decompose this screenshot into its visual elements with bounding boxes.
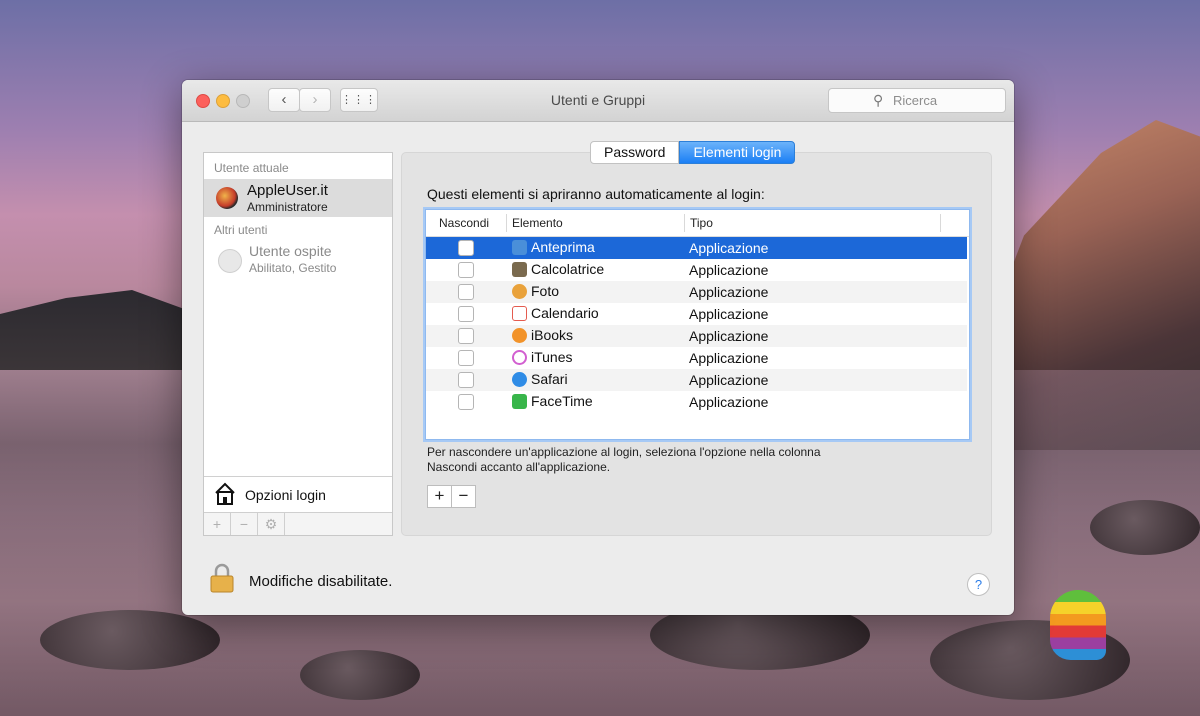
search-placeholder: Ricerca: [893, 93, 938, 108]
item-type: Applicazione: [689, 306, 769, 322]
hide-checkbox[interactable]: [458, 306, 474, 322]
column-divider: [506, 214, 507, 232]
calendar-icon: [512, 306, 527, 321]
facetime-icon: [512, 394, 527, 409]
remove-login-item-button[interactable]: −: [452, 485, 476, 508]
hide-checkbox[interactable]: [458, 284, 474, 300]
hide-checkbox[interactable]: [458, 350, 474, 366]
tab-password[interactable]: Password: [590, 141, 680, 164]
login-items-intro: Questi elementi si apriranno automaticam…: [427, 186, 765, 202]
calculator-icon: [512, 262, 527, 277]
hide-checkbox[interactable]: [458, 240, 474, 256]
house-icon: [215, 482, 235, 505]
item-name: FaceTime: [531, 393, 593, 409]
current-user-header: Utente attuale: [214, 161, 289, 175]
system-preferences-window: ‹ › ⋮⋮⋮ Utenti e Gruppi ⚲ Ricerca Utente…: [182, 80, 1014, 615]
table-row[interactable]: FaceTime Applicazione: [426, 391, 967, 413]
sidebar-button-bar: + − ⚙: [204, 512, 392, 535]
table-row[interactable]: Calendario Applicazione: [426, 303, 967, 325]
login-options-label: Opzioni login: [245, 487, 326, 503]
other-users-header: Altri utenti: [214, 223, 268, 237]
tab-bar: Password Elementi login: [590, 141, 796, 164]
item-type: Applicazione: [689, 394, 769, 410]
item-name: Anteprima: [531, 239, 595, 255]
item-type: Applicazione: [689, 372, 769, 388]
item-type: Applicazione: [689, 328, 769, 344]
login-items-hint: Per nascondere un'applicazione al login,…: [427, 445, 821, 474]
hide-checkbox[interactable]: [458, 372, 474, 388]
avatar: [216, 187, 238, 209]
title-bar: ‹ › ⋮⋮⋮ Utenti e Gruppi ⚲ Ricerca: [182, 80, 1014, 122]
hide-checkbox[interactable]: [458, 262, 474, 278]
wallpaper-rock: [300, 650, 420, 700]
itunes-icon: [512, 350, 527, 365]
table-row[interactable]: Anteprima Applicazione: [426, 237, 967, 259]
search-field[interactable]: ⚲ Ricerca: [828, 88, 1006, 113]
item-type: Applicazione: [689, 240, 769, 256]
item-name: Calendario: [531, 305, 599, 321]
table-header: Nascondi Elemento Tipo: [426, 210, 969, 237]
guest-user-name: Utente ospite: [249, 243, 332, 259]
login-items-table[interactable]: Nascondi Elemento Tipo Anteprima Applica…: [425, 209, 970, 440]
safari-icon: [512, 372, 527, 387]
item-type: Applicazione: [689, 284, 769, 300]
sidebar-item-current-user[interactable]: AppleUser.it Amministratore: [204, 179, 392, 217]
hide-checkbox[interactable]: [458, 328, 474, 344]
item-name: Foto: [531, 283, 560, 299]
column-divider: [684, 214, 685, 232]
preview-icon: [512, 240, 527, 255]
table-row[interactable]: iBooks Applicazione: [426, 325, 967, 347]
wallpaper-rock: [40, 610, 220, 670]
item-type: Applicazione: [689, 350, 769, 366]
remove-user-button[interactable]: −: [231, 513, 258, 535]
item-name: Calcolatrice: [531, 261, 605, 277]
column-header-hide[interactable]: Nascondi: [439, 216, 489, 230]
user-name: AppleUser.it: [247, 182, 328, 199]
user-role: Amministratore: [247, 200, 328, 214]
table-row[interactable]: Safari Applicazione: [426, 369, 967, 391]
table-row[interactable]: Foto Applicazione: [426, 281, 967, 303]
lock-status-text: Modifiche disabilitate.: [249, 573, 393, 590]
table-row[interactable]: Calcolatrice Applicazione: [426, 259, 967, 281]
wallpaper-rock: [1090, 500, 1200, 555]
guest-user-status: Abilitato, Gestito: [249, 261, 337, 275]
search-icon: ⚲: [873, 92, 884, 108]
item-type: Applicazione: [689, 262, 769, 278]
hide-checkbox[interactable]: [458, 394, 474, 410]
ibooks-icon: [512, 328, 527, 343]
login-options-item[interactable]: Opzioni login: [204, 476, 392, 512]
gear-icon[interactable]: ⚙: [258, 513, 285, 535]
guest-avatar-icon: [218, 249, 242, 273]
help-button[interactable]: ?: [967, 573, 990, 596]
tab-login-items[interactable]: Elementi login: [679, 141, 796, 164]
add-login-item-button[interactable]: +: [427, 485, 452, 508]
watermark-logo: [1050, 590, 1106, 660]
column-divider: [940, 214, 941, 232]
column-header-item[interactable]: Elemento: [512, 216, 563, 230]
users-sidebar: Utente attuale AppleUser.it Amministrato…: [203, 152, 393, 536]
item-name: iTunes: [531, 349, 573, 365]
item-name: Safari: [531, 371, 568, 387]
column-header-type[interactable]: Tipo: [690, 216, 713, 230]
add-remove-controls: + −: [427, 485, 476, 508]
item-name: iBooks: [531, 327, 574, 343]
table-row[interactable]: iTunes Applicazione: [426, 347, 967, 369]
add-user-button[interactable]: +: [204, 513, 231, 535]
photos-icon: [512, 284, 527, 299]
lock-icon[interactable]: [209, 563, 235, 593]
